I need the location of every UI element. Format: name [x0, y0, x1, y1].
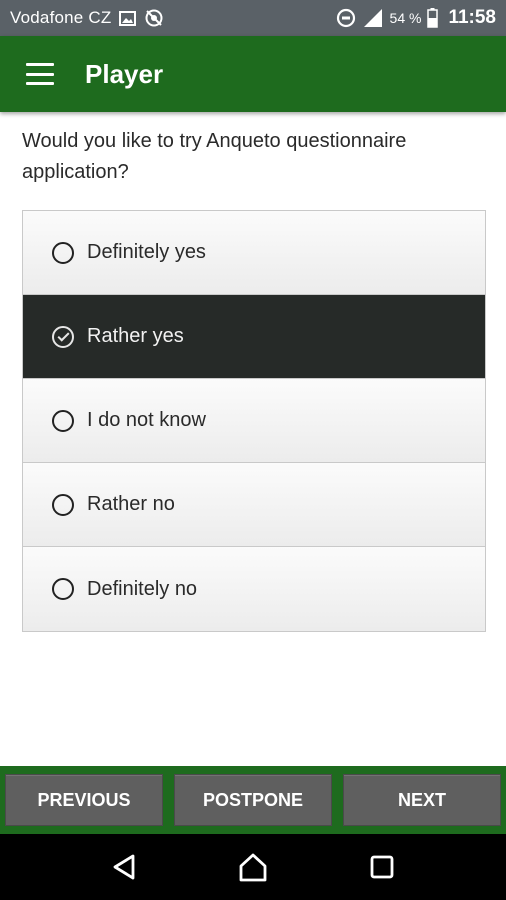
option-label: Definitely yes	[87, 241, 206, 263]
home-icon[interactable]	[233, 847, 273, 887]
system-nav-bar	[0, 834, 506, 900]
radio-unchecked-icon	[52, 241, 74, 264]
battery-icon	[427, 8, 439, 28]
answer-options: Definitely yes Rather yes I do not know …	[22, 210, 486, 632]
option-rather-no[interactable]: Rather no	[23, 463, 485, 547]
page-title: Player	[85, 58, 164, 89]
back-icon[interactable]	[104, 847, 144, 887]
image-icon	[119, 10, 137, 26]
status-right: 54 % 11:58	[336, 7, 496, 29]
sync-disabled-icon	[144, 8, 164, 28]
option-label: Definitely no	[87, 577, 198, 600]
next-button[interactable]: NEXT	[343, 774, 501, 826]
option-label: Rather yes	[87, 325, 184, 347]
battery-percent: 54 %	[389, 10, 422, 26]
radio-unchecked-icon	[52, 409, 74, 432]
option-label: Rather no	[87, 493, 175, 515]
radio-checked-icon	[52, 325, 74, 348]
recents-icon[interactable]	[362, 847, 402, 887]
clock: 11:58	[448, 7, 496, 28]
menu-icon[interactable]	[26, 63, 54, 85]
postpone-button[interactable]: POSTPONE	[174, 774, 332, 826]
radio-unchecked-icon	[52, 493, 74, 516]
radio-unchecked-icon	[52, 578, 74, 600]
data-saver-icon	[336, 8, 356, 28]
status-left: Vodafone CZ	[10, 8, 164, 28]
status-bar: Vodafone CZ 54 % 11:58	[0, 0, 506, 36]
option-label: I do not know	[87, 409, 206, 431]
question-text: Would you like to try Anqueto questionna…	[22, 130, 407, 183]
button-bar: PREVIOUS POSTPONE NEXT	[0, 766, 506, 834]
option-i-do-not-know[interactable]: I do not know	[23, 379, 485, 463]
app-bar: Player	[0, 36, 506, 112]
option-rather-yes[interactable]: Rather yes	[23, 295, 485, 379]
option-definitely-yes[interactable]: Definitely yes	[23, 211, 485, 295]
option-definitely-no[interactable]: Definitely no	[23, 547, 485, 631]
previous-button[interactable]: PREVIOUS	[5, 774, 163, 826]
carrier-name: Vodafone CZ	[10, 8, 112, 27]
signal-icon	[362, 8, 384, 28]
